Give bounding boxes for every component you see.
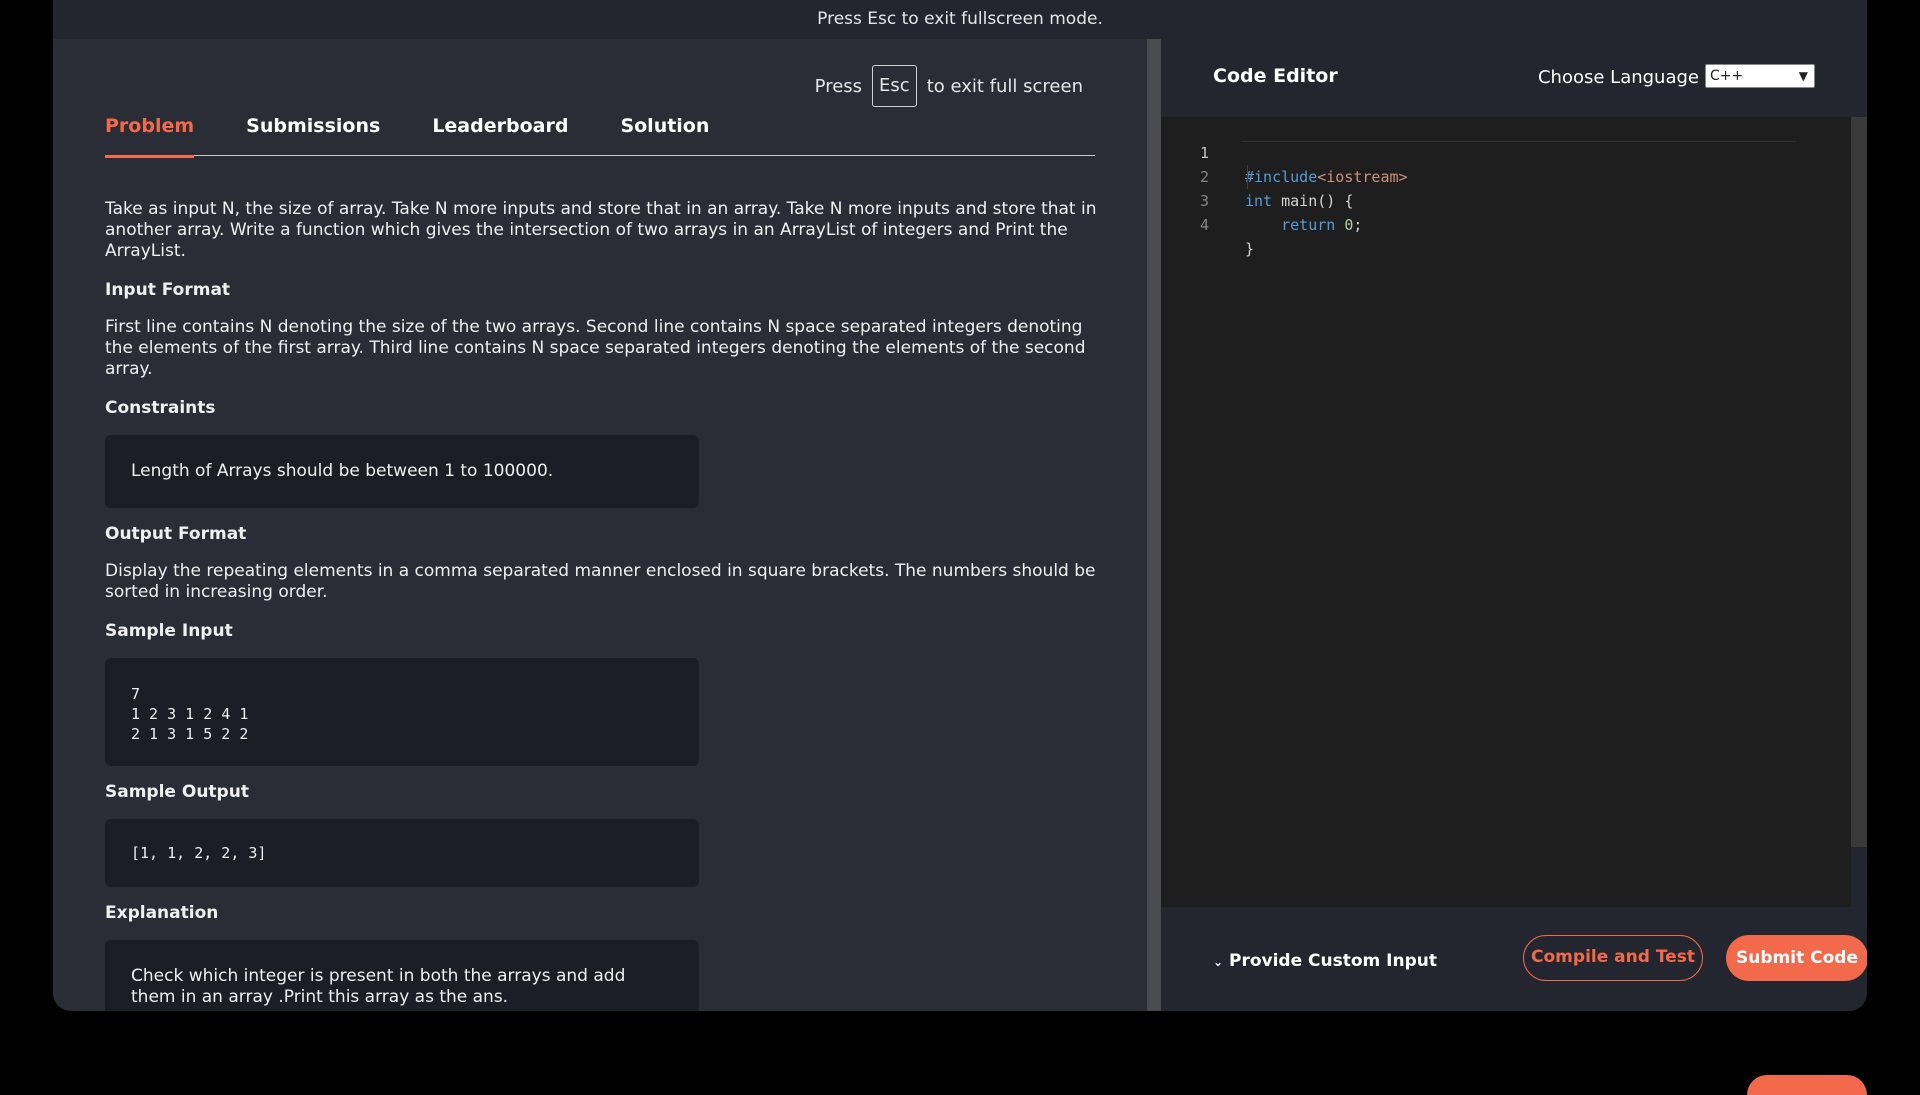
app-window: Press Esc to exit fullscreen mode. Press…	[53, 0, 1867, 1011]
constraints-text: Length of Arrays should be between 1 to …	[131, 461, 554, 481]
code-editor[interactable]: 1 #include<iostream> 2 int main() { 3 re…	[1161, 117, 1851, 907]
editor-scrollbar[interactable]	[1851, 117, 1867, 847]
code-text: int main() {	[1245, 192, 1354, 210]
esc-hint-suffix: to exit full screen	[926, 75, 1083, 97]
code-text: return 0;	[1281, 216, 1363, 234]
editor-pane: Code Editor Choose Language C++ ▼ 1 #inc…	[1161, 39, 1867, 1011]
input-format-text: First line contains N denoting the size …	[105, 317, 1086, 379]
chevron-down-icon: ▼	[1798, 69, 1808, 83]
chevron-down-icon: ⌄	[1213, 955, 1224, 969]
problem-content: Take as input N, the size of array. Take…	[105, 199, 1100, 1011]
sample-input-box: 7 1 2 3 1 2 4 1 2 1 3 1 5 2 2	[105, 658, 699, 766]
language-select[interactable]: C++ ▼	[1705, 64, 1815, 88]
explanation-box: Check which integer is present in both t…	[105, 940, 699, 1011]
esc-hint: Press Esc to exit full screen	[815, 65, 1083, 107]
esc-key: Esc	[872, 65, 917, 107]
editor-header: Code Editor Choose Language C++ ▼	[1161, 39, 1867, 117]
code-line: 4 }	[1161, 189, 1254, 258]
compile-and-test-button[interactable]: Compile and Test	[1523, 935, 1703, 981]
code-text: #include<iostream>	[1245, 168, 1408, 186]
sample-output-box: [1, 1, 2, 2, 3]	[105, 819, 699, 887]
input-format-heading: Input Format	[105, 280, 231, 300]
output-format-heading: Output Format	[105, 524, 247, 544]
code-text: }	[1245, 240, 1255, 258]
provide-custom-input-toggle[interactable]: ⌄ Provide Custom Input	[1213, 951, 1437, 971]
submit-code-button[interactable]: Submit Code	[1726, 935, 1867, 981]
partial-button-peek	[1747, 1075, 1867, 1095]
current-line-highlight	[1241, 117, 1796, 142]
custom-input-label: Provide Custom Input	[1228, 951, 1437, 971]
tab-leaderboard[interactable]: Leaderboard	[432, 111, 568, 155]
explanation-heading: Explanation	[105, 903, 219, 923]
code-line: 2 int main() {	[1161, 141, 1353, 210]
tab-problem[interactable]: Problem	[105, 111, 195, 158]
problem-tabs: Problem Submissions Leaderboard Solution	[105, 111, 1095, 158]
constraints-box: Length of Arrays should be between 1 to …	[105, 435, 699, 508]
editor-title: Code Editor	[1213, 65, 1338, 87]
editor-footer: ⌄ Provide Custom Input Compile and Test …	[1161, 907, 1867, 1011]
pane-resize-handle[interactable]	[1147, 39, 1161, 1011]
esc-hint-press: Press	[814, 75, 863, 97]
code-line: 1 #include<iostream>	[1161, 117, 1408, 186]
sample-input-heading: Sample Input	[105, 621, 233, 641]
indent-guide	[1247, 165, 1248, 189]
language-selected-value: C++	[1710, 68, 1744, 84]
sample-input-text: 7 1 2 3 1 2 4 1 2 1 3 1 5 2 2	[131, 685, 249, 743]
tab-submissions[interactable]: Submissions	[246, 111, 380, 155]
line-number: 4	[1199, 216, 1209, 234]
sample-output-text: [1, 1, 2, 2, 3]	[131, 844, 267, 862]
output-format-text: Display the repeating elements in a comm…	[105, 561, 1096, 602]
fullscreen-banner: Press Esc to exit fullscreen mode.	[53, 0, 1867, 39]
problem-description: Take as input N, the size of array. Take…	[105, 199, 1097, 261]
tab-solution[interactable]: Solution	[620, 111, 709, 155]
constraints-heading: Constraints	[105, 398, 216, 418]
code-line: 3 return 0;	[1161, 165, 1362, 234]
problem-pane: Press Esc to exit full screen Problem Su…	[53, 39, 1147, 1011]
sample-output-heading: Sample Output	[105, 782, 249, 802]
explanation-text: Check which integer is present in both t…	[131, 966, 626, 1007]
language-label: Choose Language	[1537, 67, 1699, 88]
